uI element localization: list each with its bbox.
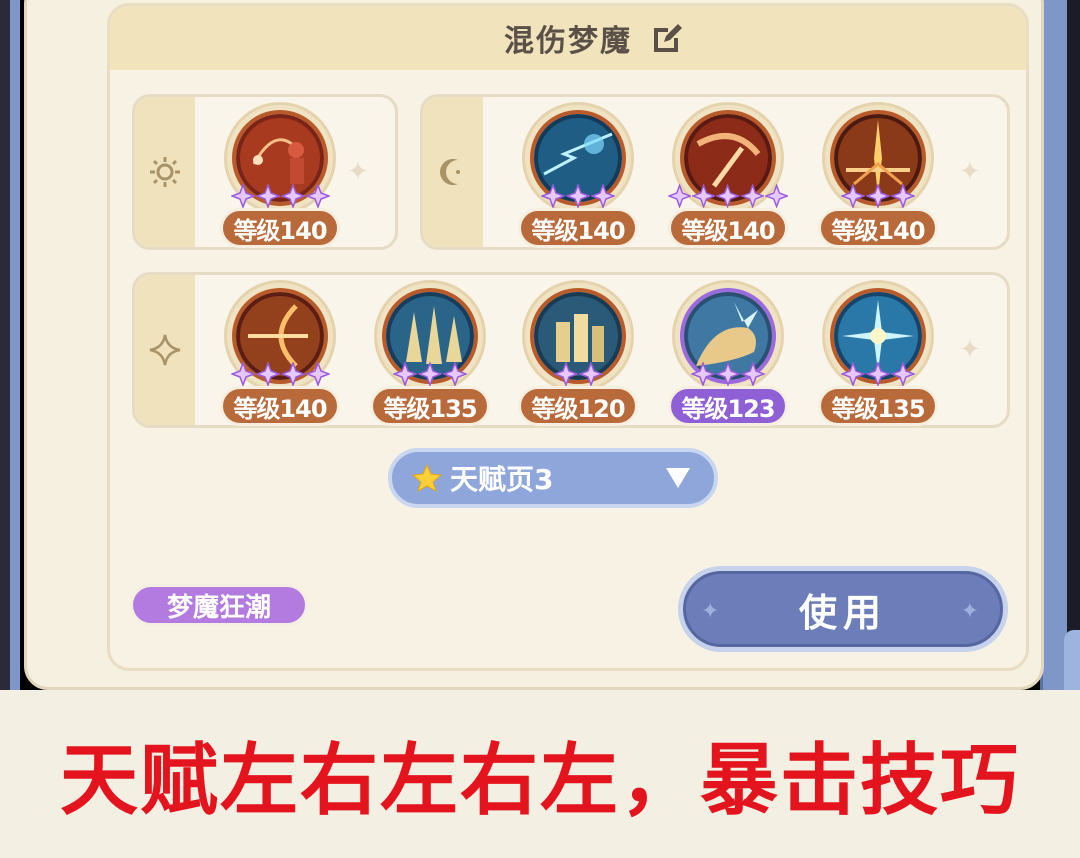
star-rating (668, 362, 788, 386)
right-frame (1040, 0, 1080, 690)
group-tab-sparkle (135, 275, 195, 425)
star-icon (305, 362, 330, 386)
chevron-down-icon (666, 468, 690, 488)
star-icon (841, 362, 865, 386)
star-icon (393, 362, 417, 386)
skill-slot[interactable]: 等级123 (668, 280, 788, 430)
moon-icon (440, 159, 460, 185)
star-icon (841, 184, 865, 208)
star-icon (412, 463, 442, 493)
skill-slot[interactable]: 等级135 (818, 280, 938, 430)
left-frame (0, 0, 20, 690)
star-icon (891, 184, 915, 208)
star-icon (578, 362, 603, 386)
talent-panel: 混伤梦魔 ✦ ✦ ✦ 等级140 等级140 等级140 等级140 等级140… (24, 0, 1044, 690)
talent-page-label: 天赋页3 (450, 463, 554, 496)
star-icon (255, 362, 280, 386)
star-icon (740, 184, 764, 208)
star-icon (553, 362, 578, 386)
star-icon (692, 184, 716, 208)
skill-slot[interactable]: 等级140 (220, 280, 340, 430)
star-icon (741, 362, 765, 386)
star-icon (230, 362, 255, 386)
star-icon (280, 184, 305, 208)
skill-level: 等级135 (370, 386, 490, 426)
skill-slot[interactable]: 等级140 (518, 102, 638, 252)
skill-level: 等级140 (818, 208, 938, 248)
star-rating (668, 184, 789, 208)
star-icon (566, 184, 590, 208)
edit-icon[interactable] (648, 20, 684, 56)
group-deco: ✦ (959, 335, 981, 365)
star-icon (280, 362, 305, 386)
star-rating (818, 184, 938, 208)
sparkle-icon: ✦ (701, 599, 726, 624)
star-rating (818, 362, 938, 386)
star-icon (716, 184, 740, 208)
talent-header: 混伤梦魔 (110, 6, 1026, 70)
skill-level: 等级140 (668, 208, 788, 248)
star-icon (866, 362, 890, 386)
star-icon (866, 184, 890, 208)
group-tab-moon (423, 97, 483, 247)
sparkle-icon: ✦ (960, 599, 985, 624)
skill-level: 等级140 (220, 208, 340, 248)
group-deco: ✦ (959, 157, 981, 187)
star-rating (220, 184, 340, 208)
talent-page-dropdown[interactable]: 天赋页3 (388, 448, 718, 508)
star-icon (764, 184, 789, 208)
skill-slot[interactable]: 等级120 (518, 280, 638, 430)
star-rating (220, 362, 340, 386)
star-icon (418, 362, 442, 386)
star-icon (541, 184, 565, 208)
caption-text: 天赋左右左右左，暴击技巧 (59, 736, 1020, 826)
star-rating (370, 362, 490, 386)
skill-level: 等级135 (818, 386, 938, 426)
star-icon (305, 184, 330, 208)
group-deco: ✦ (347, 157, 369, 187)
skill-level: 等级140 (220, 386, 340, 426)
sun-icon (150, 157, 180, 187)
use-button-label: 使用 (798, 590, 887, 635)
skill-level: 等级123 (668, 386, 788, 426)
star-rating (518, 184, 638, 208)
star-icon (891, 362, 915, 386)
skill-level: 等级140 (518, 208, 638, 248)
use-button[interactable]: ✦ 使用 ✦ (678, 566, 1008, 652)
skill-level: 等级120 (518, 386, 638, 426)
star-icon (691, 362, 715, 386)
skill-slot[interactable]: 等级140 (818, 102, 938, 252)
star-icon (591, 184, 615, 208)
sparkle-icon (149, 334, 181, 366)
star-icon (443, 362, 467, 386)
skill-slot[interactable]: 等级140 (220, 102, 340, 252)
star-icon (716, 362, 740, 386)
star-icon (668, 184, 692, 208)
star-icon (255, 184, 280, 208)
mode-tag: 梦魔狂潮 (130, 584, 308, 626)
star-icon (230, 184, 255, 208)
caption-bar: 天赋左右左右左，暴击技巧 (0, 690, 1080, 858)
skill-slot[interactable]: 等级140 (668, 102, 789, 252)
talent-card: 混伤梦魔 ✦ ✦ ✦ 等级140 等级140 等级140 等级140 等级140… (107, 3, 1029, 671)
skill-slot[interactable]: 等级135 (370, 280, 490, 430)
star-rating (518, 362, 638, 386)
group-tab-sun (135, 97, 195, 247)
page-title: 混伤梦魔 (504, 24, 632, 59)
